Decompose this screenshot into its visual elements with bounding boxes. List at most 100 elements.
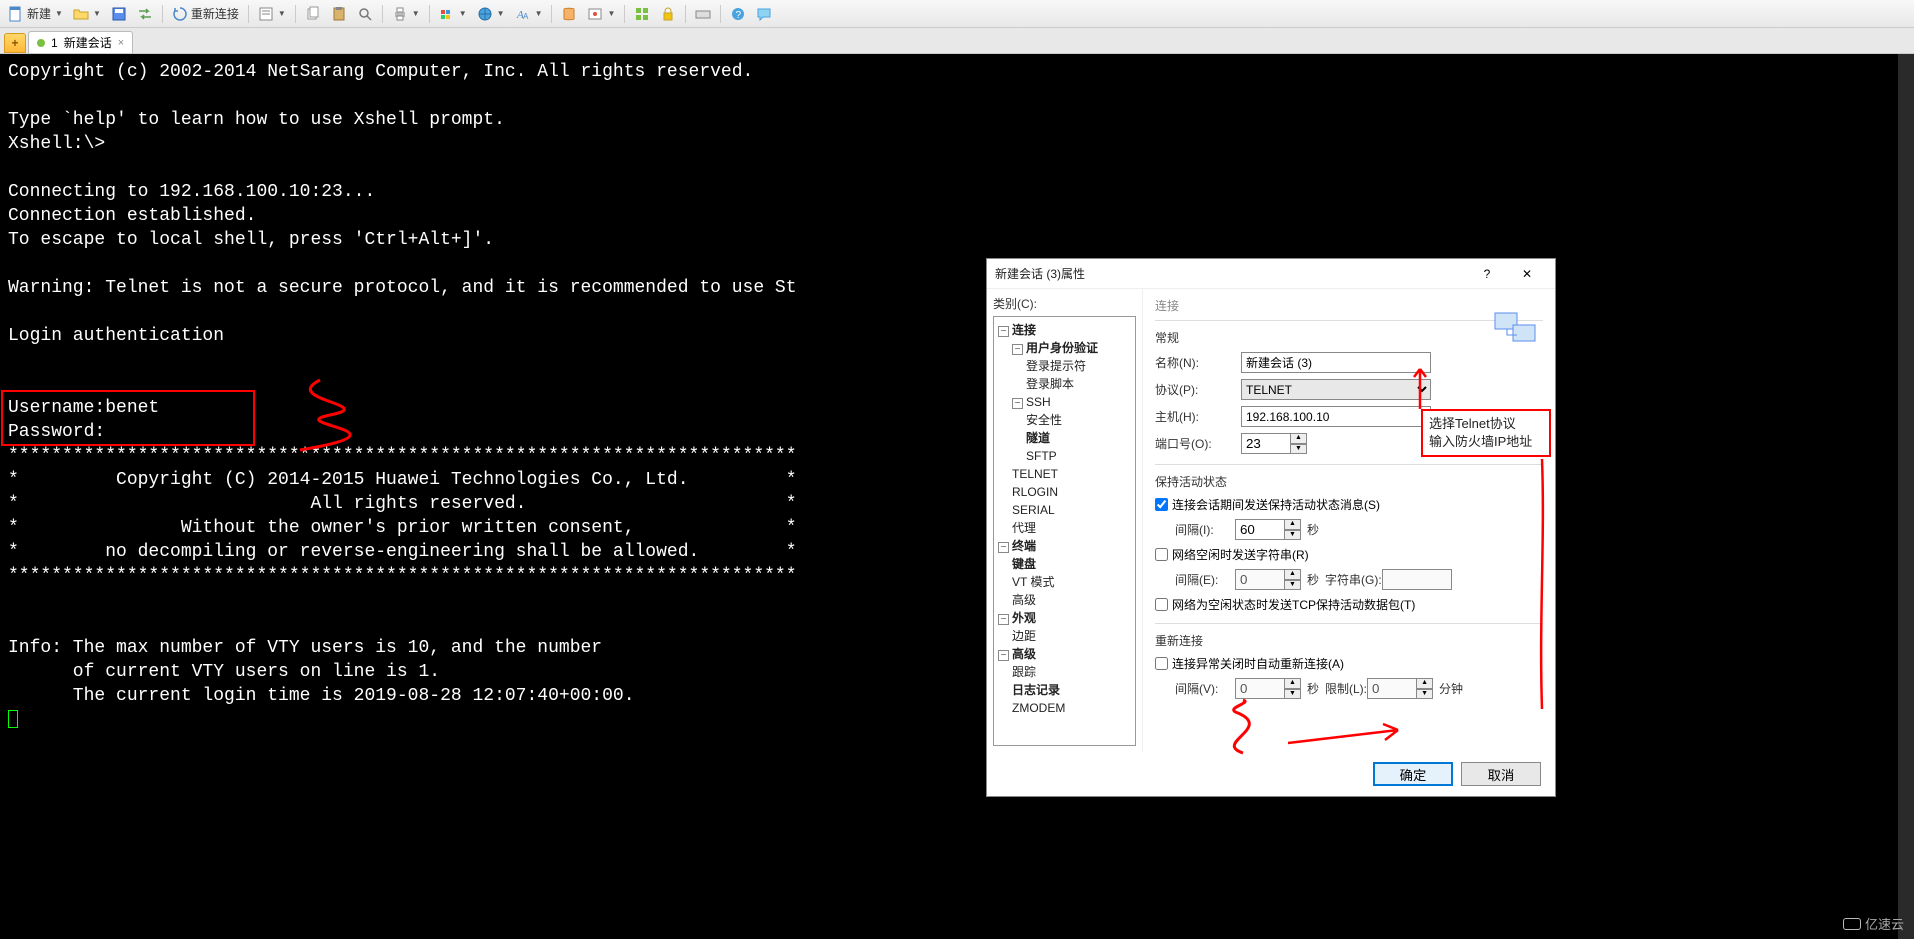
props-button[interactable]: ▼ [254, 4, 290, 24]
close-tab-icon[interactable]: × [118, 37, 124, 49]
fullscreen-button[interactable] [630, 4, 654, 24]
script-button[interactable] [557, 4, 581, 24]
host-label: 主机(H): [1155, 408, 1241, 425]
reconnect-icon [172, 6, 188, 22]
dialog-help-button[interactable]: ? [1467, 260, 1507, 288]
interval2-spinner[interactable]: ▲▼ [1235, 569, 1301, 590]
tree-sftp[interactable]: SFTP [1026, 447, 1133, 465]
string-label: 字符串(G): [1325, 571, 1382, 588]
transfer-icon [137, 6, 153, 22]
lock-icon [660, 6, 676, 22]
tree-trace[interactable]: 跟踪 [1012, 663, 1133, 681]
reconnect-header: 重新连接 [1155, 632, 1543, 649]
tree-zmodem[interactable]: ZMODEM [1012, 699, 1133, 717]
dialog-titlebar[interactable]: 新建会话 (3)属性 ? ✕ [987, 259, 1555, 289]
font-button[interactable]: AA▼ [511, 4, 547, 24]
protocol-label: 协议(P): [1155, 381, 1241, 398]
callout-line2: 输入防火墙IP地址 [1429, 433, 1543, 451]
chat-button[interactable] [752, 4, 776, 24]
macro-icon [587, 6, 603, 22]
print-button[interactable]: ▼ [388, 4, 424, 24]
tree-security[interactable]: 安全性 [1026, 411, 1133, 429]
interval1-spinner[interactable]: ▲▼ [1235, 519, 1301, 540]
tree-appearance[interactable]: 外观 [1012, 611, 1036, 625]
session-tab[interactable]: 1 新建会话 × [28, 31, 133, 53]
tree-keyboard[interactable]: 键盘 [1012, 555, 1133, 573]
new-button[interactable]: 新建 ▼ [4, 3, 67, 24]
sec-unit-3: 秒 [1307, 680, 1319, 697]
globe-button[interactable]: ▼ [473, 4, 509, 24]
tree-auth[interactable]: 用户身份验证 [1026, 341, 1098, 355]
tree-rlogin[interactable]: RLOGIN [1012, 483, 1133, 501]
keepalive-chk1[interactable] [1155, 498, 1168, 511]
scrollbar[interactable] [1898, 54, 1914, 939]
reconnect-button[interactable]: 重新连接 [168, 3, 243, 24]
printer-icon [392, 6, 408, 22]
string-input[interactable] [1382, 569, 1452, 590]
help-icon: ? [730, 6, 746, 22]
group-reconnect: 重新连接 连接异常关闭时自动重新连接(A) 间隔(V): ▲▼ 秒 限制(L):… [1155, 623, 1543, 699]
dialog-title: 新建会话 (3)属性 [995, 265, 1467, 282]
port-spinner[interactable]: ▲▼ [1241, 433, 1307, 454]
form-pane: 连接 常规 名称(N): 协议(P): TELNET 主机(H): 端口号(O)… [1143, 289, 1555, 752]
add-tab-button[interactable]: + [4, 33, 26, 53]
tab-bar: + 1 新建会话 × [0, 28, 1914, 54]
tree-proxy[interactable]: 代理 [1012, 519, 1133, 537]
tree-login-prompt[interactable]: 登录提示符 [1026, 357, 1133, 375]
tab-title: 新建会话 [64, 34, 112, 51]
main-toolbar: 新建 ▼ ▼ 重新连接 ▼ ▼ ▼ ▼ AA▼ ▼ ? [0, 0, 1914, 28]
keepalive-chk2[interactable] [1155, 548, 1168, 561]
macro-button[interactable]: ▼ [583, 4, 619, 24]
keepalive-chk2-label: 网络空闲时发送字符串(R) [1172, 546, 1309, 563]
paste-button[interactable] [327, 4, 351, 24]
script-icon [561, 6, 577, 22]
find-button[interactable] [353, 4, 377, 24]
keyboard-button[interactable] [691, 4, 715, 24]
terminal-output[interactable]: Copyright (c) 2002-2014 NetSarang Comput… [0, 54, 1914, 939]
category-tree[interactable]: −连接 −用户身份验证 登录提示符 登录脚本 −SSH 安全性 隧道 SFTP [993, 316, 1136, 746]
ok-button[interactable]: 确定 [1373, 762, 1453, 786]
category-pane: 类别(C): −连接 −用户身份验证 登录提示符 登录脚本 −SSH 安全性 隧… [987, 289, 1143, 752]
tree-advanced[interactable]: 高级 [1012, 591, 1133, 609]
tree-login-script[interactable]: 登录脚本 [1026, 375, 1133, 393]
tree-ssh[interactable]: SSH [1026, 395, 1051, 409]
watermark: 亿速云 [1843, 914, 1904, 933]
section-title: 连接 [1155, 297, 1543, 314]
fullscreen-icon [634, 6, 650, 22]
sec-unit-1: 秒 [1307, 521, 1319, 538]
name-input[interactable] [1241, 352, 1431, 373]
tree-terminal[interactable]: 终端 [1012, 539, 1036, 553]
globe-icon [477, 6, 493, 22]
interval2-label: 间隔(E): [1175, 571, 1235, 588]
tree-log[interactable]: 日志记录 [1012, 681, 1133, 699]
open-button[interactable]: ▼ [69, 4, 105, 24]
tree-adv2[interactable]: 高级 [1012, 647, 1036, 661]
help-button[interactable]: ? [726, 4, 750, 24]
annotation-scribble-2 [1213, 698, 1273, 758]
tree-telnet[interactable]: TELNET [1012, 465, 1133, 483]
cancel-button[interactable]: 取消 [1461, 762, 1541, 786]
reconnect-interval-label: 间隔(V): [1175, 680, 1235, 697]
dialog-footer: 确定 取消 [987, 752, 1555, 796]
limit-spinner[interactable]: ▲▼ [1367, 678, 1433, 699]
dialog-close-button[interactable]: ✕ [1507, 260, 1547, 288]
lock-button[interactable] [656, 4, 680, 24]
tree-margin[interactable]: 边距 [1012, 627, 1133, 645]
transfer-button[interactable] [133, 4, 157, 24]
reconnect-interval-spinner[interactable]: ▲▼ [1235, 678, 1301, 699]
name-label: 名称(N): [1155, 354, 1241, 371]
save-button[interactable] [107, 4, 131, 24]
copy-button[interactable] [301, 4, 325, 24]
reconnect-label: 重新连接 [191, 5, 239, 22]
chat-icon [756, 6, 772, 22]
tree-connection[interactable]: 连接 [1012, 323, 1036, 337]
tree-tunnel[interactable]: 隧道 [1026, 429, 1133, 447]
tree-serial[interactable]: SERIAL [1012, 501, 1133, 519]
color-button[interactable]: ▼ [435, 4, 471, 24]
protocol-select[interactable]: TELNET [1241, 379, 1431, 400]
tree-vt[interactable]: VT 模式 [1012, 573, 1133, 591]
host-input[interactable] [1241, 406, 1431, 427]
reconnect-chk[interactable] [1155, 657, 1168, 670]
callout-line1: 选择Telnet协议 [1429, 415, 1543, 433]
keepalive-chk3[interactable] [1155, 598, 1168, 611]
